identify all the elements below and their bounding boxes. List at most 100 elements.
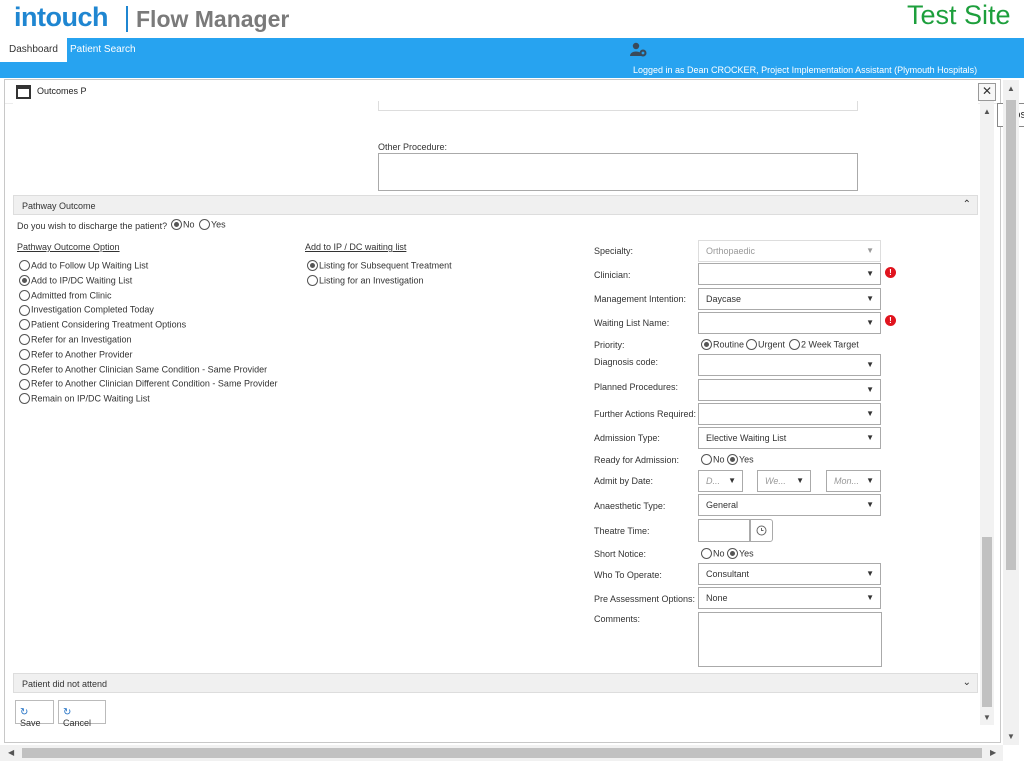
tab-patient-search[interactable]: Patient Search xyxy=(61,38,145,62)
short-yes-option[interactable]: Yes xyxy=(727,548,754,560)
admit-day-select[interactable]: D... ▼ xyxy=(698,470,743,492)
waiting-list-option-radio[interactable] xyxy=(307,275,318,287)
pathway-outcome-title: Pathway Outcome xyxy=(22,201,96,211)
diagnosis-select[interactable]: ▼ xyxy=(698,354,881,376)
save-button[interactable]: ↻ Save xyxy=(15,700,54,728)
priority-routine-option[interactable]: Routine xyxy=(701,339,744,351)
discharge-no-radio[interactable] xyxy=(171,219,182,231)
dna-section-header[interactable]: Patient did not attend ⌄ xyxy=(13,673,978,693)
chevron-down-icon: ▼ xyxy=(866,385,874,394)
pathway-option[interactable]: Add to IP/DC Waiting List xyxy=(19,274,132,286)
pre-assessment-label: Pre Assessment Options: xyxy=(594,594,696,604)
scroll-right-icon[interactable]: ▶ xyxy=(990,748,996,757)
theatre-time-input[interactable] xyxy=(698,519,750,542)
logged-in-text: Logged in as Dean CROCKER, Project Imple… xyxy=(633,65,978,75)
intention-select[interactable]: Daycase ▼ xyxy=(698,288,881,310)
priority-2week-option[interactable]: 2 Week Target xyxy=(789,339,859,351)
pathway-option-radio[interactable] xyxy=(19,260,30,272)
pathway-option-radio[interactable] xyxy=(19,319,30,331)
diagnosis-label: Diagnosis code: xyxy=(594,357,659,367)
short-no-option[interactable]: No xyxy=(701,548,725,560)
waiting-list-option[interactable]: Listing for Subsequent Treatment xyxy=(307,260,452,272)
other-procedure-label: Other Procedure: xyxy=(378,142,448,152)
pre-assessment-select[interactable]: None ▼ xyxy=(698,587,881,609)
pathway-outcome-header[interactable]: Pathway Outcome ⌃ xyxy=(13,195,978,215)
scroll-down-icon[interactable]: ▼ xyxy=(1007,732,1015,741)
scroll-up-icon[interactable]: ▲ xyxy=(983,107,991,116)
pathway-option-radio[interactable] xyxy=(19,274,30,286)
chevron-down-icon: ▼ xyxy=(866,569,874,578)
anaesthetic-type-select[interactable]: General ▼ xyxy=(698,494,881,516)
chevron-up-icon[interactable]: ⌃ xyxy=(963,199,971,210)
comments-textarea[interactable] xyxy=(698,612,882,667)
logo-intouch: intouch xyxy=(14,2,108,32)
pathway-option[interactable]: Patient Considering Treatment Options xyxy=(19,319,186,331)
modal-scrollbar[interactable]: ▲ ▼ xyxy=(980,101,994,725)
chevron-down-icon[interactable]: ⌄ xyxy=(963,677,971,688)
cancel-button[interactable]: ↻ Cancel xyxy=(58,700,106,728)
clinician-error-icon: ! xyxy=(885,267,896,278)
admit-week-select[interactable]: We... ▼ xyxy=(757,470,811,492)
tab-dashboard[interactable]: Dashboard xyxy=(0,38,67,62)
admission-type-select[interactable]: Elective Waiting List ▼ xyxy=(698,427,881,449)
window-icon xyxy=(16,85,31,99)
clinician-select[interactable]: ▼ xyxy=(698,263,881,285)
modal-scroll-thumb[interactable] xyxy=(982,537,992,707)
ready-no-option[interactable]: No xyxy=(701,454,725,466)
further-actions-select[interactable]: ▼ xyxy=(698,403,881,425)
page-horizontal-scrollbar[interactable]: ◀ ▶ xyxy=(0,745,1003,761)
pathway-option[interactable]: Refer to Another Clinician Same Conditio… xyxy=(19,363,267,375)
specialty-label: Specialty: xyxy=(594,246,634,256)
pathway-option-radio[interactable] xyxy=(19,289,30,301)
short-notice-label: Short Notice: xyxy=(594,549,647,559)
short-yes-radio[interactable] xyxy=(727,548,738,560)
waiting-list-option-radio[interactable] xyxy=(307,260,318,272)
chevron-down-icon: ▼ xyxy=(796,476,804,485)
scroll-up-icon[interactable]: ▲ xyxy=(1007,84,1015,93)
scroll-down-icon[interactable]: ▼ xyxy=(983,713,991,722)
page-vertical-scrollbar[interactable]: ▲ ▼ xyxy=(1003,80,1019,745)
logo-divider xyxy=(126,6,128,32)
priority-2week-radio[interactable] xyxy=(789,339,800,351)
pathway-option-radio[interactable] xyxy=(19,393,30,405)
ready-no-radio[interactable] xyxy=(701,454,712,466)
waiting-list-option[interactable]: Listing for an Investigation xyxy=(307,275,424,287)
pathway-option-radio[interactable] xyxy=(19,363,30,375)
ready-yes-option[interactable]: Yes xyxy=(727,454,754,466)
priority-urgent-radio[interactable] xyxy=(746,339,757,351)
discharge-yes-option[interactable]: Yes xyxy=(199,219,226,231)
pathway-option[interactable]: Add to Follow Up Waiting List xyxy=(19,260,148,272)
page-horizontal-thumb[interactable] xyxy=(22,748,982,758)
priority-urgent-option[interactable]: Urgent xyxy=(746,339,785,351)
pathway-option-radio[interactable] xyxy=(19,304,30,316)
discharge-no-option[interactable]: No xyxy=(171,219,195,231)
pathway-option[interactable]: Refer to Another Clinician Different Con… xyxy=(19,378,277,390)
priority-routine-radio[interactable] xyxy=(701,339,712,351)
pathway-option[interactable]: Admitted from Clinic xyxy=(19,289,112,301)
procedure-field-partial[interactable] xyxy=(378,101,858,111)
discharge-yes-radio[interactable] xyxy=(199,219,210,231)
ready-yes-radio[interactable] xyxy=(727,454,738,466)
page-vertical-thumb[interactable] xyxy=(1006,100,1016,570)
pathway-option-radio[interactable] xyxy=(19,348,30,360)
waiting-list-name-select[interactable]: ▼ xyxy=(698,312,881,334)
user-settings-icon[interactable] xyxy=(630,42,648,58)
pathway-option[interactable]: Investigation Completed Today xyxy=(19,304,154,316)
pathway-option-radio[interactable] xyxy=(19,334,30,346)
pathway-option[interactable]: Remain on IP/DC Waiting List xyxy=(19,393,150,405)
other-procedure-textarea[interactable] xyxy=(378,153,858,191)
who-to-operate-select[interactable]: Consultant ▼ xyxy=(698,563,881,585)
chevron-down-icon: ▼ xyxy=(866,246,874,255)
pathway-option[interactable]: Refer to Another Provider xyxy=(19,348,133,360)
modal-close-button[interactable]: ✕ xyxy=(978,83,996,101)
admit-month-select[interactable]: Mon... ▼ xyxy=(826,470,881,492)
clinician-label: Clinician: xyxy=(594,270,631,280)
pathway-option-radio[interactable] xyxy=(19,378,30,390)
clock-button[interactable] xyxy=(750,519,773,542)
chevron-down-icon: ▼ xyxy=(866,269,874,278)
planned-procedures-select[interactable]: ▼ xyxy=(698,379,881,401)
scroll-left-icon[interactable]: ◀ xyxy=(8,748,14,757)
short-no-radio[interactable] xyxy=(701,548,712,560)
pathway-option[interactable]: Refer for an Investigation xyxy=(19,334,132,346)
anaesthetic-type-label: Anaesthetic Type: xyxy=(594,501,666,511)
